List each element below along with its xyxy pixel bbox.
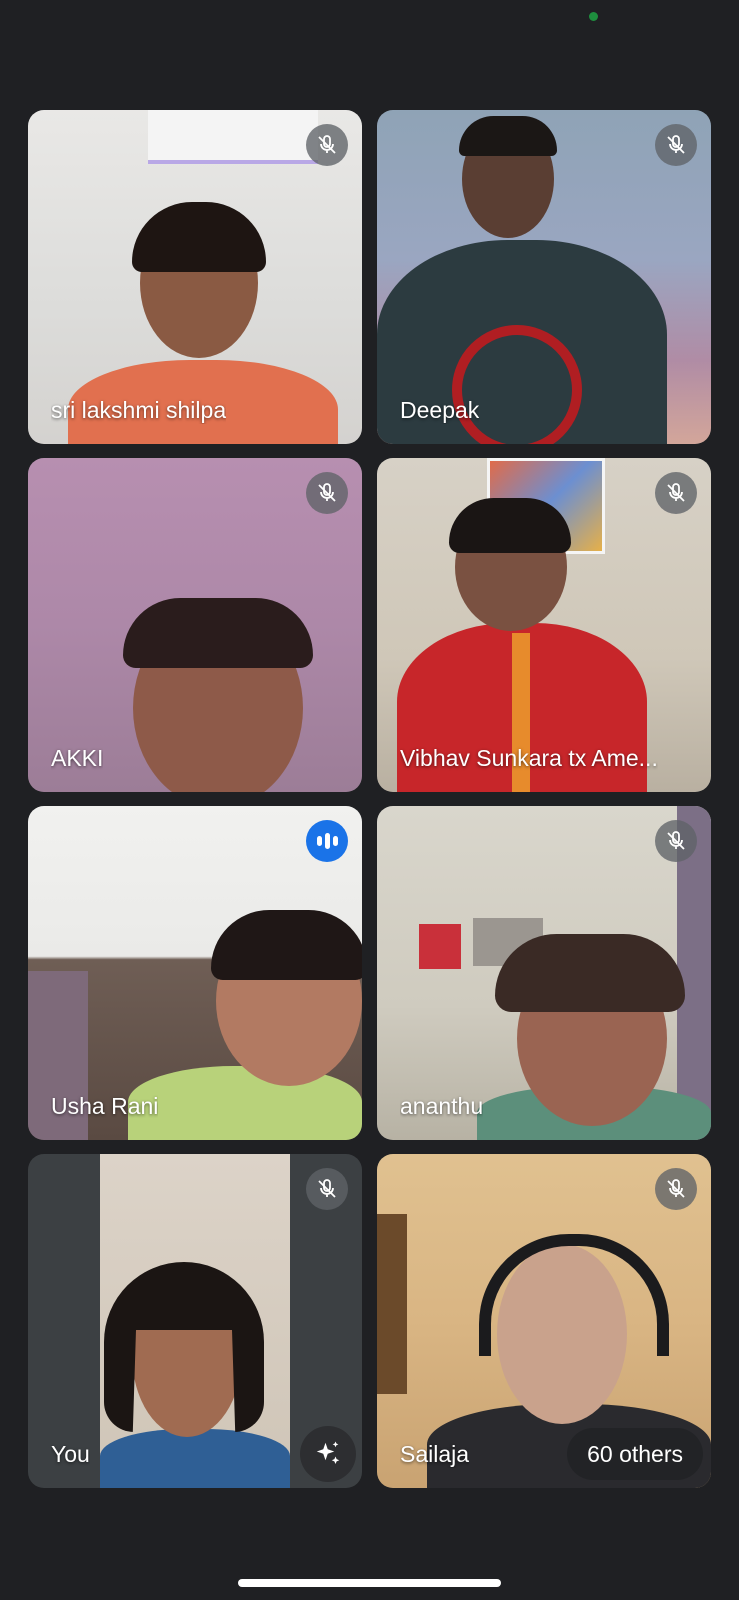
participant-tile[interactable]: ananthu: [377, 806, 711, 1140]
speaking-indicator-icon: [306, 820, 348, 862]
participant-tile[interactable]: sri lakshmi shilpa: [28, 110, 362, 444]
sparkle-icon[interactable]: [300, 1426, 356, 1482]
participant-name: sri lakshmi shilpa: [51, 397, 227, 423]
participant-tile[interactable]: Vibhav Sunkara tx Ame...: [377, 458, 711, 792]
wall-switch-box: [419, 924, 461, 969]
meet-screen: sri lakshmi shilpa Deepak AKKI Vibhav Su…: [0, 0, 739, 1600]
participant-name: Vibhav Sunkara tx Ame...: [400, 745, 658, 771]
participant-tile[interactable]: Sailaja 60 others: [377, 1154, 711, 1488]
person-hair: [459, 116, 557, 156]
person-hair: [132, 202, 266, 272]
headphones: [479, 1234, 669, 1356]
mic-off-icon: [655, 124, 697, 166]
participant-name: You: [51, 1441, 90, 1467]
shirt-print: [452, 325, 582, 444]
person-body: [128, 1066, 362, 1140]
participant-grid: sri lakshmi shilpa Deepak AKKI Vibhav Su…: [28, 110, 711, 1488]
self-view-tile[interactable]: You: [28, 1154, 362, 1488]
participant-name: Sailaja: [400, 1441, 470, 1467]
participant-name: ananthu: [400, 1093, 484, 1119]
mic-off-icon: [306, 1168, 348, 1210]
self-video-feed: [100, 1154, 290, 1488]
participant-tile[interactable]: AKKI: [28, 458, 362, 792]
person-hair: [449, 498, 571, 553]
participant-name: Deepak: [400, 397, 480, 423]
mic-off-icon: [655, 472, 697, 514]
mic-off-icon: [306, 472, 348, 514]
person-hair: [495, 934, 685, 1012]
wall-ac-unit: [148, 110, 318, 164]
person-hair: [123, 598, 313, 668]
participant-tile[interactable]: Deepak: [377, 110, 711, 444]
wall-object: [377, 1214, 407, 1394]
person-hair: [211, 910, 362, 980]
participant-name: Usha Rani: [51, 1093, 159, 1119]
others-count-button[interactable]: 60 others: [567, 1428, 703, 1480]
mic-off-icon: [655, 820, 697, 862]
person-body: [100, 1429, 290, 1488]
participant-tile[interactable]: Usha Rani: [28, 806, 362, 1140]
home-indicator-bar[interactable]: [238, 1579, 501, 1587]
camera-in-use-indicator: [589, 12, 598, 21]
mic-off-icon: [655, 1168, 697, 1210]
participant-name: AKKI: [51, 745, 104, 771]
mic-off-icon: [306, 124, 348, 166]
